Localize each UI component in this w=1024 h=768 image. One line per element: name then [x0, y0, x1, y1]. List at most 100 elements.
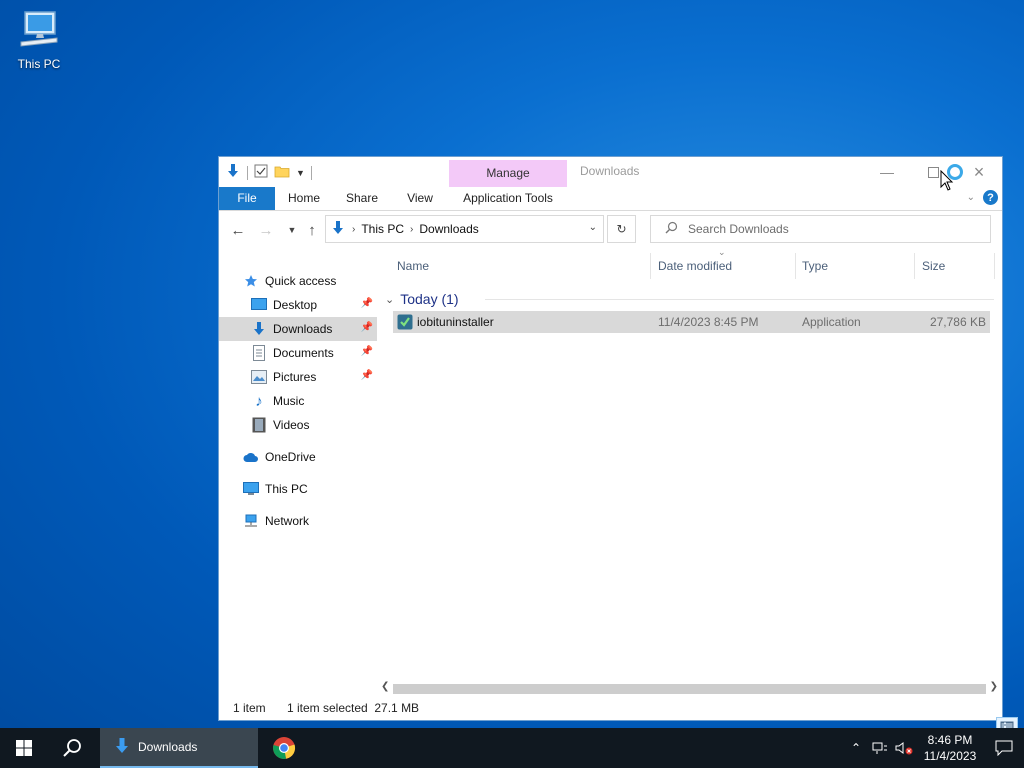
toolbar-separator — [310, 165, 312, 180]
sidebar-item-label: This PC — [265, 482, 308, 496]
sidebar-item-documents[interactable]: Documents 📌 — [219, 341, 377, 365]
quick-access-toolbar: ▼ — [225, 163, 312, 182]
search-icon — [665, 221, 678, 237]
busy-spinner-icon — [947, 164, 963, 180]
file-name: iobituninstaller — [417, 315, 494, 329]
computer-icon — [20, 11, 58, 47]
computer-icon — [243, 481, 259, 497]
help-icon[interactable]: ? — [983, 190, 998, 205]
column-divider[interactable] — [650, 253, 651, 279]
table-row[interactable]: iobituninstaller 11/4/2023 8:45 PM Appli… — [393, 311, 990, 333]
documents-icon — [251, 345, 267, 361]
column-divider[interactable] — [795, 253, 796, 279]
customize-toolbar-icon[interactable]: ▼ — [296, 168, 305, 178]
window-title: Downloads — [580, 164, 640, 178]
column-header-type[interactable]: Type — [802, 259, 828, 273]
ribbon-right-controls: ⌄ ? — [967, 190, 998, 205]
navigation-pane: Quick access Desktop 📌 Downloads 📌 Docum… — [219, 269, 377, 533]
expand-ribbon-icon[interactable]: ⌄ — [967, 192, 975, 203]
star-icon — [243, 273, 259, 289]
new-folder-icon[interactable] — [274, 164, 290, 181]
address-dropdown-icon[interactable]: ⌄ — [589, 222, 597, 233]
sidebar-item-onedrive[interactable]: OneDrive — [219, 445, 377, 469]
tab-home[interactable]: Home — [275, 187, 333, 210]
refresh-icon[interactable]: ↻ — [607, 215, 636, 243]
search-box[interactable] — [650, 215, 991, 243]
sidebar-item-label: Videos — [273, 418, 310, 432]
explorer-window: ▼ Manage Downloads — × File Home Share V… — [218, 156, 1018, 737]
column-divider[interactable] — [994, 253, 995, 279]
up-arrow-icon[interactable]: ↑ — [301, 219, 323, 241]
sidebar-item-label: Network — [265, 514, 310, 528]
tab-share[interactable]: Share — [333, 187, 391, 210]
file-date-modified: 11/4/2023 8:45 PM — [658, 315, 759, 329]
sidebar-item-quick-access[interactable]: Quick access — [219, 269, 377, 293]
sidebar-item-label: Quick access — [265, 274, 337, 288]
column-header-name[interactable]: Name — [397, 259, 429, 273]
window-controls: — × — [864, 157, 1002, 187]
taskbar-item-downloads[interactable]: Downloads — [100, 728, 258, 768]
recent-locations-chevron-icon[interactable]: ▼ — [281, 219, 303, 241]
volume-muted-icon[interactable] — [892, 741, 916, 755]
taskbar: Downloads ⌃ 8:46 PM 11/4/2023 — [0, 728, 1024, 768]
breadcrumb-this-pc[interactable]: This PC — [361, 222, 404, 236]
sidebar-item-label: OneDrive — [265, 450, 316, 464]
search-input[interactable] — [686, 221, 970, 237]
clock[interactable]: 8:46 PM 11/4/2023 — [916, 732, 984, 764]
videos-icon — [251, 417, 267, 433]
scrollbar-thumb[interactable] — [393, 684, 986, 694]
sidebar-item-desktop[interactable]: Desktop 📌 — [219, 293, 377, 317]
scroll-right-icon[interactable]: ❯ — [990, 681, 998, 692]
desktop-icon-this-pc[interactable]: This PC — [12, 8, 66, 71]
sidebar-item-pictures[interactable]: Pictures 📌 — [219, 365, 377, 389]
sidebar-item-label: Documents — [273, 346, 334, 360]
tab-application-tools[interactable]: Application Tools — [449, 187, 567, 210]
sidebar-item-network[interactable]: Network — [219, 509, 377, 533]
breadcrumb-downloads[interactable]: Downloads — [419, 222, 478, 236]
toolbar-separator — [247, 165, 248, 180]
start-button[interactable] — [0, 728, 48, 768]
navigation-bar: ← → ▼ ↑ › This PC › Downloads ⌄ ↻ — [219, 215, 1002, 247]
tab-manage[interactable]: Manage — [449, 160, 567, 187]
status-item-count: 1 item — [233, 701, 266, 715]
clock-time: 8:46 PM — [927, 733, 973, 747]
sidebar-item-downloads[interactable]: Downloads 📌 — [219, 317, 377, 341]
clock-date: 11/4/2023 — [923, 749, 977, 763]
breadcrumb-separator-icon[interactable]: › — [410, 224, 413, 235]
status-selection: 1 item selected 27.1 MB — [287, 701, 420, 715]
search-button[interactable] — [48, 728, 96, 768]
tab-file[interactable]: File — [219, 187, 275, 210]
collapse-chevron-icon[interactable]: ⌄ — [385, 293, 394, 306]
sidebar-item-videos[interactable]: Videos — [219, 413, 377, 437]
pin-icon[interactable]: 📌 — [361, 346, 373, 357]
properties-icon[interactable] — [254, 164, 268, 181]
sidebar-item-this-pc[interactable]: This PC — [219, 477, 377, 501]
network-icon[interactable] — [868, 741, 892, 755]
column-header-date-modified[interactable]: Date modified — [658, 259, 732, 273]
horizontal-scrollbar[interactable]: ❮ ❯ — [379, 681, 1000, 697]
back-arrow-icon[interactable]: ← — [227, 219, 249, 241]
group-header-today[interactable]: ⌄ Today (1) — [385, 291, 459, 307]
taskbar-item-chrome[interactable] — [262, 728, 306, 768]
pin-icon[interactable]: 📌 — [361, 322, 373, 333]
sidebar-item-label: Music — [273, 394, 305, 408]
notifications-icon[interactable] — [984, 740, 1024, 756]
scroll-left-icon[interactable]: ❮ — [381, 681, 389, 692]
system-tray: ⌃ 8:46 PM 11/4/2023 — [844, 728, 1024, 768]
sidebar-item-label: Pictures — [273, 370, 317, 384]
sidebar-item-music[interactable]: ♪ Music — [219, 389, 377, 413]
address-bar[interactable]: › This PC › Downloads ⌄ — [325, 215, 604, 243]
forward-arrow-icon[interactable]: → — [255, 219, 277, 241]
tab-view[interactable]: View — [391, 187, 449, 210]
music-icon: ♪ — [255, 392, 263, 410]
minimize-icon[interactable]: — — [864, 157, 910, 187]
pin-icon[interactable]: 📌 — [361, 298, 373, 309]
pin-icon[interactable]: 📌 — [361, 370, 373, 381]
column-header-size[interactable]: Size — [922, 259, 945, 273]
column-divider[interactable] — [914, 253, 915, 279]
show-hidden-icons-chevron-icon[interactable]: ⌃ — [844, 741, 868, 755]
group-label: Today (1) — [400, 291, 459, 307]
breadcrumb-separator-icon[interactable]: › — [352, 224, 355, 235]
